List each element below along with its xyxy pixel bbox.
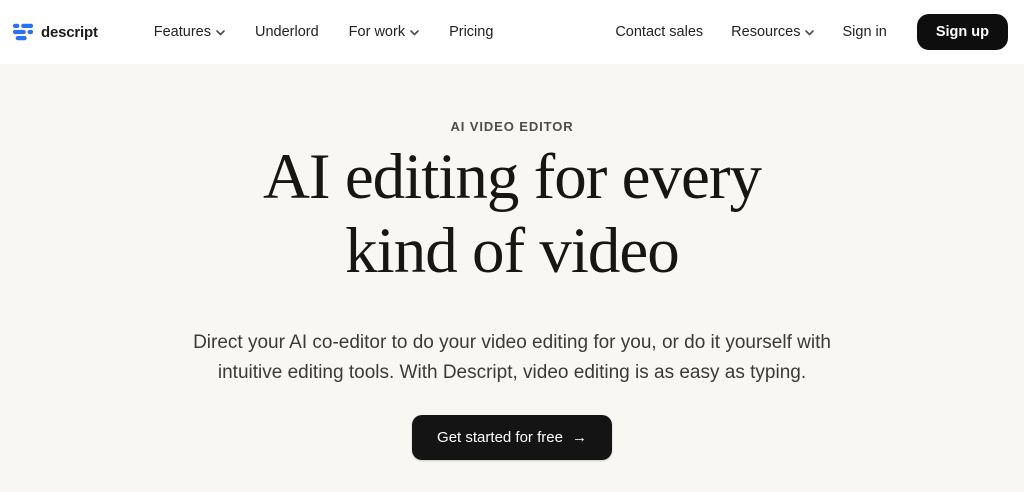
- hero-eyebrow: AI VIDEO EDITOR: [450, 119, 574, 134]
- brand-wordmark: descript: [41, 23, 98, 41]
- nav-item-for-work[interactable]: For work: [337, 16, 431, 48]
- nav-item-sign-in[interactable]: Sign in: [830, 16, 898, 48]
- chevron-down-icon: [216, 30, 225, 36]
- nav-item-label: Contact sales: [615, 24, 704, 40]
- top-navigation: descript Features Underlord For work Pri…: [0, 0, 1024, 64]
- hero-heading-line1: AI editing for every: [262, 141, 762, 213]
- nav-item-label: Pricing: [449, 24, 494, 40]
- nav-item-label: For work: [348, 24, 406, 40]
- nav-item-label: Resources: [731, 24, 801, 40]
- nav-right-group: Contact sales Resources Sign in Sign up: [603, 14, 1008, 50]
- descript-logo-icon: [12, 23, 34, 41]
- hero-subtext: Direct your AI co-editor to do your vide…: [193, 332, 831, 383]
- hero-section: AI VIDEO EDITOR AI editing for every kin…: [0, 64, 1024, 492]
- chevron-down-icon: [410, 30, 419, 36]
- arrow-right-icon: →: [571, 429, 587, 446]
- nav-item-label: Underlord: [255, 24, 319, 40]
- chevron-down-icon: [805, 30, 815, 36]
- nav-item-label: Sign in: [842, 24, 887, 40]
- descript-logo[interactable]: descript: [12, 21, 98, 43]
- get-started-label: Get started for free: [437, 429, 563, 446]
- nav-item-resources[interactable]: Resources: [719, 16, 826, 48]
- hero-heading: AI editing for every kind of video: [262, 140, 762, 288]
- nav-left-group: Features Underlord For work Pricing: [142, 16, 506, 48]
- nav-item-contact-sales[interactable]: Contact sales: [603, 16, 715, 48]
- nav-item-underlord[interactable]: Underlord: [243, 16, 331, 48]
- hero-heading-line2: kind of video: [345, 215, 680, 287]
- nav-item-label: Features: [153, 24, 211, 40]
- nav-item-pricing[interactable]: Pricing: [437, 16, 505, 48]
- nav-item-features[interactable]: Features: [142, 16, 237, 48]
- sign-up-button[interactable]: Sign up: [916, 14, 1008, 50]
- get-started-button[interactable]: Get started for free →: [412, 415, 612, 460]
